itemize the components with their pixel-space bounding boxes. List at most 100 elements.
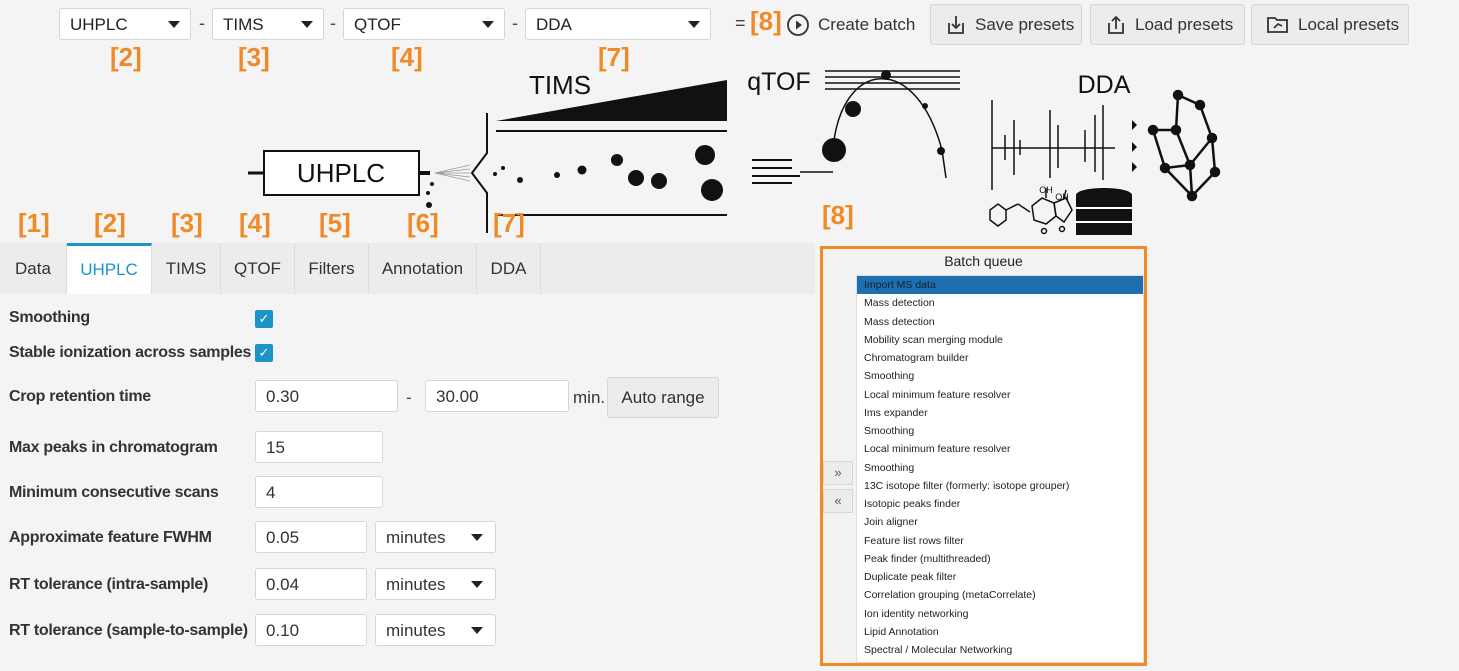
crop-rt-to-input[interactable]: 30.00 [425,380,569,412]
smoothing-checkbox[interactable]: ✓ [255,310,273,328]
separation-combo[interactable]: UHPLC [59,8,191,40]
rt-sample-label: RT tolerance (sample-to-sample) [9,622,248,639]
crop-rt-from-input[interactable]: 0.30 [255,380,398,412]
rt-intra-input[interactable]: 0.04 [255,568,367,600]
crop-retention-label: Crop retention time [9,388,151,405]
marker-tab-3: [3] [171,208,203,238]
create-batch-button[interactable]: Create batch [784,4,922,45]
stable-ionization-label: Stable ionization across samples [9,344,252,361]
feature-fwhm-input[interactable]: 0.05 [255,521,367,553]
marker-tab-7: [7] [493,208,525,238]
tims-label: TIMS [529,70,591,100]
tab-tims[interactable]: TIMS [152,243,221,294]
batch-queue-item[interactable]: Peak finder (multithreaded) [857,550,1143,568]
tab-data[interactable]: Data [0,243,67,294]
feature-fwhm-unit-value: minutes [386,528,446,547]
separation-combo-value: UHPLC [70,15,128,34]
batch-queue-item[interactable]: Import MS data [857,276,1143,295]
batch-queue-item[interactable]: Isotopic peaks finder [857,495,1143,513]
tab-annotation[interactable]: Annotation [369,243,477,294]
marker-tab-2: [2] [94,208,126,238]
max-peaks-input[interactable]: 15 [255,431,383,463]
save-presets-button[interactable]: Save presets [930,4,1082,45]
spectrum-icon [991,100,1115,190]
batch-queue-panel: Batch queue » « Import MS data Mass detec… [820,246,1147,666]
crop-rt-unit: min. [573,388,606,407]
workflow-illustration: UHPLC TIMS qTOF DDA OH OH [248,68,1221,235]
marker-tab-4: [4] [239,208,271,238]
tab-qtof-label: QTOF [234,258,281,278]
folder-open-icon [1267,16,1288,33]
marker-tab-1: [1] [18,208,50,238]
batch-queue-list[interactable]: Import MS data Mass detection Mass detecti… [856,275,1144,663]
batch-queue-item[interactable]: Mass detection [857,294,1143,312]
chevron-down-icon [688,21,700,28]
tab-dda[interactable]: DDA [477,243,541,294]
stable-ionization-checkbox[interactable]: ✓ [255,344,273,362]
acquisition-combo[interactable]: DDA [525,8,711,40]
uhplc-label: UHPLC [297,158,385,188]
batch-queue-item[interactable]: Chromatogram builder [857,349,1143,367]
auto-range-button[interactable]: Auto range [607,377,719,418]
add-to-queue-button[interactable]: » [823,461,853,485]
ion-mobility-combo[interactable]: TIMS [212,8,324,40]
batch-queue-item[interactable]: Local minimum feature resolver [857,386,1143,404]
batch-queue-item[interactable]: Lipid Annotation [857,623,1143,641]
chevron-down-icon [471,581,483,588]
create-batch-label: Create batch [818,14,916,34]
chevron-down-icon [471,627,483,634]
min-consecutive-scans-label: Minimum consecutive scans [9,484,219,501]
oh-label: OH [1055,192,1069,202]
batch-queue-item[interactable]: Smoothing [857,367,1143,385]
dda-label: DDA [1078,71,1131,99]
batch-queue-item[interactable]: Ims expander [857,404,1143,422]
tab-filters[interactable]: Filters [295,243,369,294]
instrument-combo[interactable]: QTOF [343,8,505,40]
batch-queue-item[interactable]: Ion identity networking [857,605,1143,623]
batch-queue-item[interactable]: Mobility scan merging module [857,331,1143,349]
separator-dash: - [512,13,518,33]
oh-label: OH [1039,185,1053,195]
batch-queue-item[interactable]: 13C isotope filter (formerly: isotope gr… [857,477,1143,495]
batch-queue-item[interactable]: Duplicate peak filter [857,568,1143,586]
range-dash: - [406,388,412,407]
batch-queue-item[interactable]: Local minimum feature resolver [857,440,1143,458]
batch-queue-item[interactable]: Mass detection [857,313,1143,331]
tab-annotation-label: Annotation [381,258,464,278]
batch-queue-item[interactable]: Smoothing [857,422,1143,440]
marker-tab-6: [6] [407,208,439,238]
rt-sample-input[interactable]: 0.10 [255,614,367,646]
network-icon [1147,89,1221,202]
marker-2: [2] [110,42,142,72]
rt-sample-unit-value: minutes [386,621,446,640]
save-presets-label: Save presets [975,14,1075,34]
min-consecutive-scans-input[interactable]: 4 [255,476,383,508]
feature-fwhm-unit-select[interactable]: minutes [375,521,496,553]
batch-queue-item[interactable]: Spectral / Molecular Networking [857,641,1143,659]
rt-sample-unit-select[interactable]: minutes [375,614,496,646]
local-presets-button[interactable]: Local presets [1251,4,1409,45]
remove-from-queue-button[interactable]: « [823,489,853,513]
rt-intra-unit-select[interactable]: minutes [375,568,496,600]
tab-uhplc-label: UHPLC [80,260,138,279]
load-presets-button[interactable]: Load presets [1090,4,1245,45]
upload-icon [1108,15,1124,34]
save-download-icon [948,15,964,34]
tab-qtof[interactable]: QTOF [221,243,295,294]
instrument-combo-value: QTOF [354,15,401,34]
batch-queue-item[interactable]: Join aligner [857,513,1143,531]
smoothing-label: Smoothing [9,309,90,326]
separator-dash: - [199,13,205,33]
tab-data-label: Data [15,258,51,278]
tab-uhplc[interactable]: UHPLC [67,243,152,294]
batch-queue-item[interactable]: Smoothing [857,459,1143,477]
equals-sign: = [735,13,746,33]
chevron-down-icon [168,21,180,28]
marker-8-top: [8] [750,6,782,36]
batch-queue-item[interactable]: Correlation grouping (metaCorrelate) [857,586,1143,604]
separator-dash: - [330,13,336,33]
batch-queue-item[interactable]: Feature list rows filter [857,532,1143,550]
chevron-down-icon [471,534,483,541]
acquisition-combo-value: DDA [536,15,572,34]
marker-tab-5: [5] [319,208,351,238]
